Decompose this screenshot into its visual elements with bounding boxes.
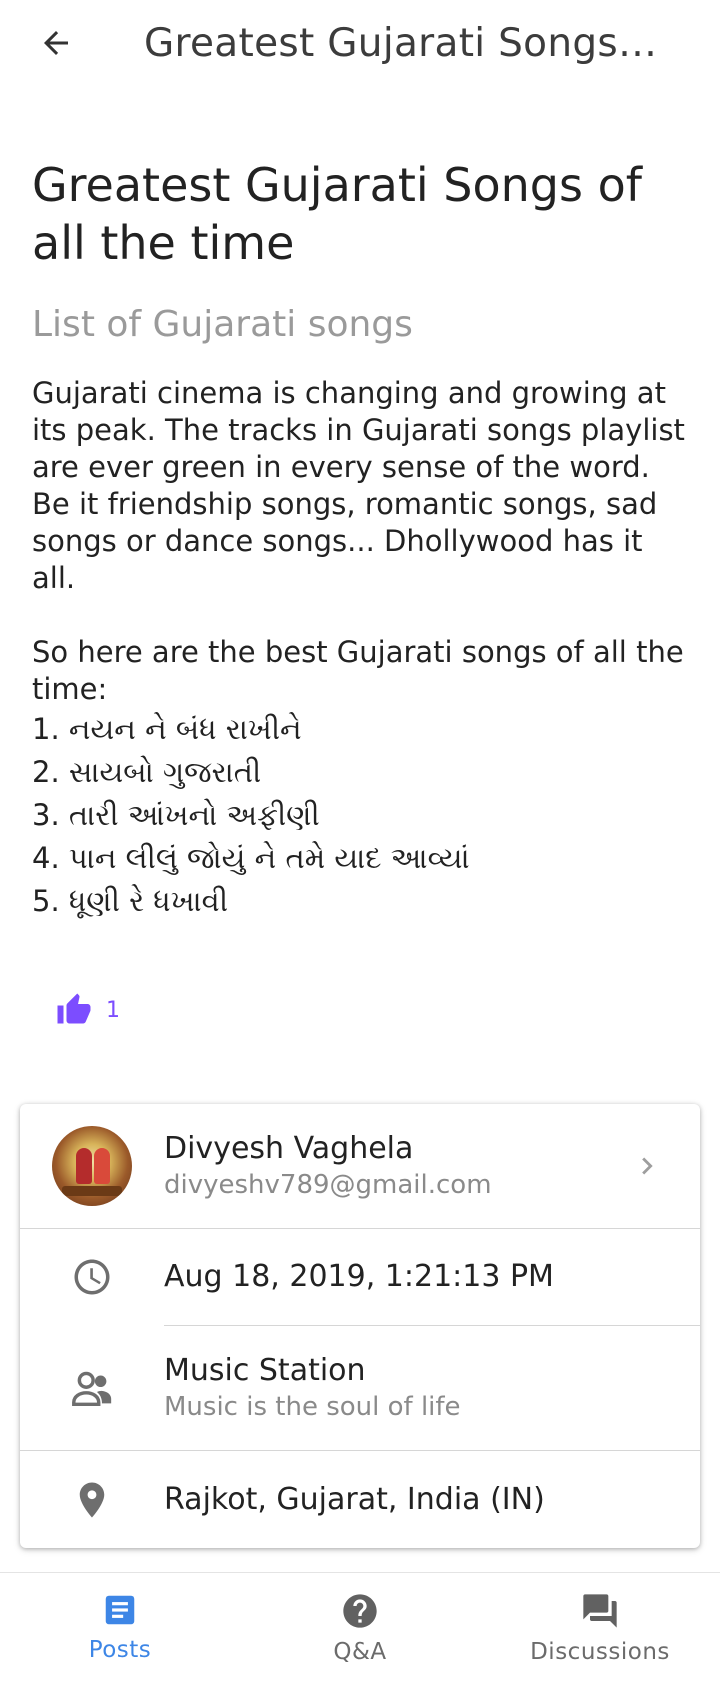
help-icon (343, 1594, 377, 1628)
nav-discussions[interactable]: Discussions (480, 1573, 720, 1682)
chevron-right-icon (642, 1157, 653, 1175)
location-pin-icon (79, 1482, 105, 1517)
song-item: 1. નયન ને બંધ રાખીને (32, 712, 302, 746)
song-item: 3. તારી આંખનો અફીણી (32, 798, 320, 832)
nav-label: Q&A (333, 1639, 387, 1665)
post-lead-in: So here are the best Gujarati songs of a… (32, 635, 684, 706)
post-intro: Gujarati cinema is changing and growing … (32, 376, 685, 595)
forum-icon (583, 1594, 617, 1628)
like-button[interactable]: 1 (56, 990, 120, 1030)
location-row: Rajkot, Gujarat, India (IN) (20, 1451, 700, 1548)
post-content: Greatest Gujarati Songs of all the time … (32, 156, 692, 923)
post-location: Rajkot, Gujarat, India (IN) (164, 1481, 545, 1517)
group-name: Music Station (164, 1353, 366, 1388)
author-email: divyeshv789@gmail.com (164, 1170, 492, 1200)
like-count: 1 (106, 997, 120, 1023)
post-body: Gujarati cinema is changing and growing … (32, 375, 692, 923)
nav-posts[interactable]: Posts (0, 1573, 240, 1682)
post-timestamp: Aug 18, 2019, 1:21:13 PM (164, 1259, 554, 1294)
nav-label: Posts (88, 1637, 152, 1663)
song-item: 2. સાયબો ગુજરાતી (32, 755, 262, 789)
clock-icon (74, 1259, 110, 1295)
song-item: 5. ધૂણી રે ધખાવી (32, 884, 229, 918)
nav-label: Discussions (530, 1639, 670, 1665)
posts-icon (105, 1595, 135, 1625)
post-title: Greatest Gujarati Songs of all the time (32, 158, 642, 270)
app-bar: Greatest Gujarati Songs of all the time (0, 0, 720, 86)
details-card: Divyesh Vaghela divyeshv789@gmail.com Au… (20, 1104, 700, 1548)
song-item: 4. પાન લીલું જોયું ને તમે યાદ આવ્યાં (32, 841, 470, 875)
app-bar-title: Greatest Gujarati Songs of all the time (144, 20, 664, 66)
timestamp-row: Aug 18, 2019, 1:21:13 PM (20, 1229, 700, 1325)
bottom-navigation: Posts Q&A Discussions (0, 1572, 720, 1682)
back-button[interactable] (26, 13, 86, 73)
song-list: 1. નયન ને બંધ રાખીને 2. સાયબો ગુજરાતી 3.… (32, 708, 692, 923)
arrow-back-icon (44, 31, 68, 55)
group-icon (72, 1371, 112, 1407)
post-detail-screen: Greatest Gujarati Songs of all the time … (0, 0, 720, 1682)
avatar (52, 1126, 132, 1206)
author-name: Divyesh Vaghela (164, 1131, 414, 1166)
group-row[interactable]: Music Station Music is the soul of life (20, 1326, 700, 1450)
thumb-up-icon (57, 993, 91, 1024)
nav-qa[interactable]: Q&A (240, 1573, 480, 1682)
author-row[interactable]: Divyesh Vaghela divyeshv789@gmail.com (20, 1104, 700, 1228)
post-subtitle: List of Gujarati songs (32, 304, 413, 345)
group-tagline: Music is the soul of life (164, 1392, 461, 1422)
